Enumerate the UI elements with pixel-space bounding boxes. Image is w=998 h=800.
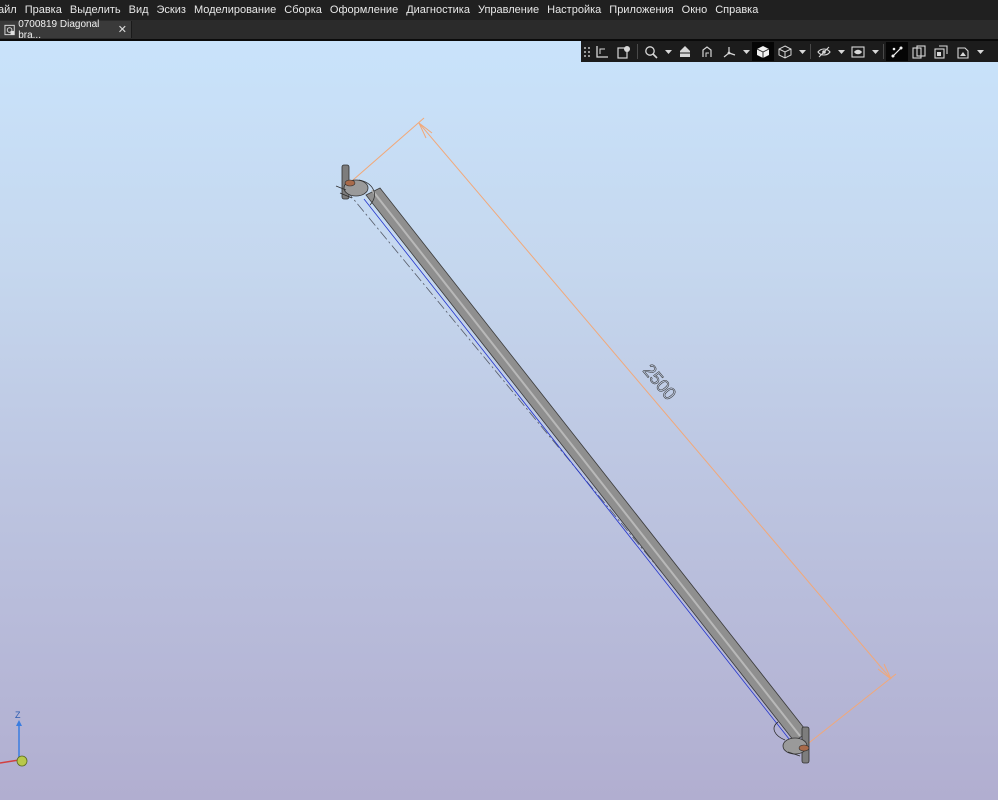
menu-item-9[interactable]: Управление	[474, 0, 543, 20]
wireframe-cube-icon[interactable]	[774, 42, 796, 61]
menu-item-0[interactable]: айл	[0, 0, 21, 20]
shaded-cube-icon[interactable]	[752, 42, 774, 61]
model-scene: 2500 Z	[0, 117, 897, 767]
dimension-axis-icon[interactable]	[591, 42, 613, 61]
main-menubar: айл Правка Выделить Вид Эскиз Моделирование Сб…	[0, 0, 998, 20]
document-tab[interactable]: 0700819 Diagonal bra... ✕	[0, 18, 132, 41]
measure-icon[interactable]	[886, 42, 908, 61]
axes-icon[interactable]	[718, 42, 740, 61]
menu-item-10[interactable]: Настройка	[543, 0, 605, 20]
close-tab-icon[interactable]: ✕	[118, 23, 127, 36]
model-viewport[interactable]: 2500 Z	[0, 41, 998, 800]
zoom-icon[interactable]	[640, 42, 662, 61]
menu-item-8[interactable]: Диагностика	[402, 0, 474, 20]
visibility-icon[interactable]	[847, 42, 869, 61]
menu-item-7[interactable]: Оформление	[326, 0, 402, 20]
layers-icon[interactable]	[930, 42, 952, 61]
dimension-extension-line-bottom	[804, 673, 897, 747]
document-tab-bar: 0700819 Diagonal bra... ✕	[0, 18, 998, 41]
tube-highlight	[371, 189, 801, 737]
orient-cube-icon[interactable]	[696, 42, 718, 61]
menu-item-12[interactable]: Окно	[678, 0, 712, 20]
properties-icon[interactable]	[952, 42, 974, 61]
hide-dropdown-arrow-icon[interactable]	[835, 42, 847, 61]
dimension-value[interactable]: 2500	[639, 360, 681, 404]
axis-z-label: Z	[15, 710, 21, 720]
dimension-extension-line-top	[344, 117, 425, 188]
menu-item-4[interactable]: Эскиз	[153, 0, 190, 20]
axis-triad: Z	[0, 710, 28, 767]
views-icon[interactable]	[908, 42, 930, 61]
menu-item-6[interactable]: Сборка	[280, 0, 326, 20]
assembly-document-icon	[4, 24, 15, 35]
document-tab-title: 0700819 Diagonal bra...	[18, 18, 100, 41]
axes-dropdown-arrow-icon[interactable]	[740, 42, 752, 61]
menu-item-11[interactable]: Приложения	[605, 0, 677, 20]
properties-dropdown-arrow-icon[interactable]	[974, 42, 986, 61]
menu-item-3[interactable]: Вид	[125, 0, 153, 20]
menu-item-5[interactable]: Моделирование	[190, 0, 280, 20]
menu-item-13[interactable]: Справка	[711, 0, 762, 20]
menu-item-2[interactable]: Выделить	[66, 0, 125, 20]
section-view-icon[interactable]	[674, 42, 696, 61]
view-toolbar	[581, 41, 998, 62]
view-orient-icon[interactable]	[613, 42, 635, 61]
hide-eye-icon[interactable]	[813, 42, 835, 61]
zoom-dropdown-arrow-icon[interactable]	[662, 42, 674, 61]
display-dropdown-arrow-icon[interactable]	[796, 42, 808, 61]
menu-item-1[interactable]: Правка	[21, 0, 66, 20]
grip-icon[interactable]	[583, 44, 591, 59]
visibility-dropdown-arrow-icon[interactable]	[869, 42, 881, 61]
dimension-line[interactable]	[418, 122, 892, 680]
tube-edge-blue	[363, 198, 794, 745]
